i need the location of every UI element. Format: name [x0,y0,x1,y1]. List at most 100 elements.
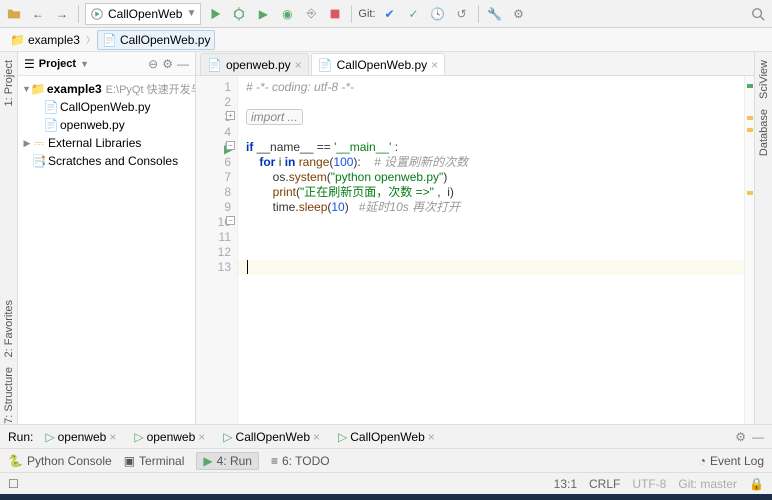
rail-favorites[interactable]: 2: Favorites [3,300,15,357]
git-update-icon[interactable]: ✔ [380,4,400,24]
project-tree[interactable]: ▼📁 example3 E:\PyQt 快速开发与实战\P 📄 CallOpen… [18,76,195,424]
editor-tab[interactable]: 📄 CallOpenWeb.py × [311,53,445,75]
debug-icon[interactable] [229,4,249,24]
left-tool-rail: 1: Project 2: Favorites 7: Structure [0,52,18,424]
run-tab[interactable]: ▷CallOpenWeb× [332,428,441,446]
project-panel-title: Project [39,58,76,70]
chevron-down-icon: ▼ [186,8,196,19]
fold-icon[interactable]: − [226,141,235,150]
close-icon[interactable]: × [295,58,302,72]
search-everywhere-icon[interactable] [748,4,768,24]
tree-file[interactable]: 📄 CallOpenWeb.py [18,98,195,116]
run-label: Run: [8,430,33,444]
run-tab[interactable]: ▷openweb× [39,428,122,446]
run-icon: ▷ [223,430,232,444]
attach-icon[interactable]: ⎆ [301,4,321,24]
tool-run[interactable]: ▶4: Run [196,452,259,470]
close-icon[interactable]: × [198,430,205,444]
tree-file[interactable]: 📄 openweb.py [18,116,195,134]
line-gutter[interactable]: ▶ + − − 12345678910111213 [196,76,238,424]
breadcrumb-folder[interactable]: 📁 example3 [6,31,84,49]
status-messages-icon[interactable]: ☐ [8,477,19,491]
todo-icon: ≡ [271,454,278,468]
project-view-icon: ☰ [24,57,35,71]
stop-icon[interactable] [325,4,345,24]
chevron-right-icon: 〉 [86,33,95,46]
library-icon: ⎓ [32,136,46,151]
close-icon[interactable]: × [313,430,320,444]
python-file-icon: 📄 [102,33,117,47]
editor-tab[interactable]: 📄 openweb.py × [200,53,309,75]
code-content[interactable]: # -*- coding: utf-8 -*-import ...if __na… [238,76,744,424]
tree-external-libraries[interactable]: ▶⎓ External Libraries [18,134,195,152]
status-caret-pos[interactable]: 13:1 [554,477,577,491]
back-icon[interactable]: ← [28,4,48,24]
run-config-combo[interactable]: CallOpenWeb ▼ [85,3,201,25]
git-revert-icon[interactable]: ↺ [452,4,472,24]
lock-icon[interactable]: 🔒 [749,477,764,491]
code-editor[interactable]: ▶ + − − 12345678910111213 # -*- coding: … [196,76,754,424]
python-icon: 🐍 [8,454,23,468]
event-log-icon: ◔ [699,454,706,468]
run-icon: ▷ [338,430,347,444]
hide-panel-icon[interactable]: — [177,57,189,71]
breadcrumb-file[interactable]: 📄 CallOpenWeb.py [97,30,215,50]
git-history-icon[interactable]: 🕓 [428,4,448,24]
project-panel-header: ☰ Project ▼ ⊖ ⚙ — [18,52,195,76]
close-icon[interactable]: × [431,58,438,72]
hide-icon[interactable]: — [752,430,764,444]
tree-root[interactable]: ▼📁 example3 E:\PyQt 快速开发与实战\P [18,80,195,98]
breadcrumb-file-label: CallOpenWeb.py [120,33,211,47]
run-tab[interactable]: ▷CallOpenWeb× [217,428,326,446]
right-tool-rail: SciView Database [754,52,772,424]
settings-icon[interactable]: ⚙ [162,57,173,71]
python-file-icon: 📄 [44,100,58,114]
ide-settings-icon[interactable]: 🔧 [485,4,505,24]
tree-scratches[interactable]: 📑 Scratches and Consoles [18,152,195,170]
run-icon: ▶ [203,454,212,468]
status-encoding[interactable]: UTF-8 [632,477,666,491]
folder-icon: 📁 [31,82,45,96]
terminal-icon: ▣ [124,454,135,468]
profile-icon[interactable]: ◉ [277,4,297,24]
tool-todo[interactable]: ≡6: TODO [271,454,330,468]
fold-icon[interactable]: − [226,216,235,225]
ide-more-icon[interactable]: ⚙ [509,4,529,24]
breadcrumb-bar: 📁 example3 〉 📄 CallOpenWeb.py [0,28,772,52]
editor-tabs: 📄 openweb.py × 📄 CallOpenWeb.py × [196,52,754,76]
run-icon[interactable] [205,4,225,24]
rail-structure[interactable]: 7: Structure [3,367,15,424]
rail-database[interactable]: Database [758,109,770,156]
close-icon[interactable]: × [428,430,435,444]
folder-icon: 📁 [10,33,25,47]
run-icon: ▷ [45,430,54,444]
python-file-icon: 📄 [44,118,58,132]
rail-project[interactable]: 1: Project [3,60,15,106]
bottom-tool-windows: 🐍Python Console ▣Terminal ▶4: Run ≡6: TO… [0,448,772,472]
scratches-icon: 📑 [32,154,46,168]
coverage-icon[interactable]: ▶ [253,4,273,24]
open-icon[interactable] [4,4,24,24]
status-git-branch[interactable]: Git: master [678,477,737,491]
tool-python-console[interactable]: 🐍Python Console [8,454,112,468]
project-panel: ☰ Project ▼ ⊖ ⚙ — ▼📁 example3 E:\PyQt 快速… [18,52,196,424]
git-commit-icon[interactable]: ✓ [404,4,424,24]
rail-sciview[interactable]: SciView [758,60,770,99]
settings-icon[interactable]: ⚙ [735,430,746,444]
run-window-tabs: Run: ▷openweb× ▷openweb× ▷CallOpenWeb× ▷… [0,424,772,448]
status-eol[interactable]: CRLF [589,477,620,491]
forward-icon[interactable]: → [52,4,72,24]
chevron-down-icon[interactable]: ▼ [80,59,89,69]
git-label: Git: [358,8,375,20]
collapse-all-icon[interactable]: ⊖ [148,57,158,71]
marker-strip[interactable] [744,76,754,424]
tool-terminal[interactable]: ▣Terminal [124,454,185,468]
editor-area: 📄 openweb.py × 📄 CallOpenWeb.py × ▶ + − … [196,52,754,424]
close-icon[interactable]: × [109,430,116,444]
tool-event-log[interactable]: ◔Event Log [699,454,764,468]
fold-icon[interactable]: + [226,111,235,120]
tab-label: openweb.py [226,58,291,72]
main-toolbar: ← → CallOpenWeb ▼ ▶ ◉ ⎆ Git: ✔ ✓ 🕓 ↺ 🔧 ⚙ [0,0,772,28]
run-tab[interactable]: ▷openweb× [128,428,211,446]
run-icon: ▷ [134,430,143,444]
